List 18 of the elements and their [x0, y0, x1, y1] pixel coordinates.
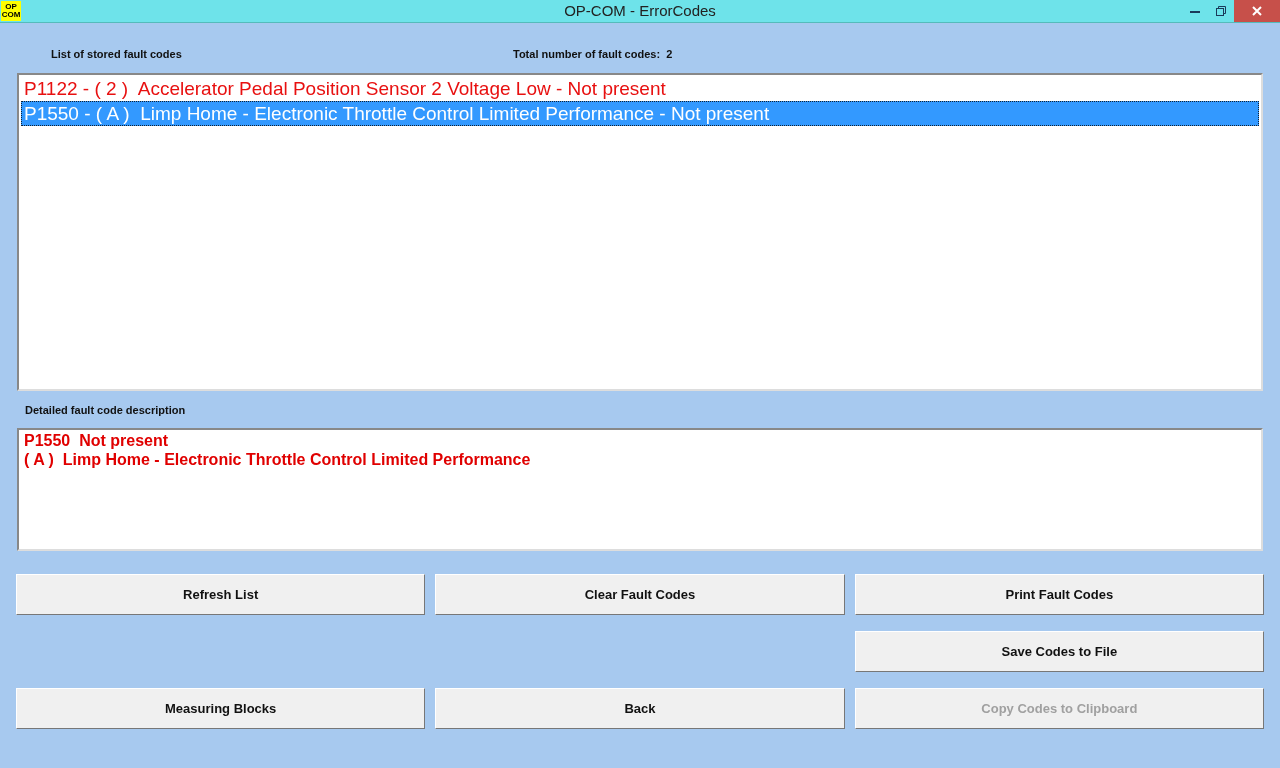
restore-icon [1216, 6, 1226, 16]
fault-code-item[interactable]: P1122 - ( 2 ) Accelerator Pedal Position Sensor 2 Voltage Low - Not present [21, 76, 1259, 101]
action-button[interactable]: Back [435, 688, 845, 729]
action-button[interactable]: Save Codes to File [854, 631, 1264, 672]
description-line: ( A ) Limp Home - Electronic Throttle Control Limited Performance [24, 450, 532, 469]
action-button[interactable]: Clear Fault Codes [435, 574, 845, 615]
fault-count-label: Total number of fault codes: 2 [513, 47, 673, 62]
description-line: P1550 Not present [24, 431, 170, 450]
action-button[interactable]: Measuring Blocks [16, 688, 426, 729]
description-label: Detailed fault code description [25, 403, 186, 418]
action-button[interactable]: Print Fault Codes [854, 574, 1264, 615]
close-button[interactable] [1234, 0, 1280, 22]
list-label: List of stored fault codes [51, 47, 182, 62]
window-title: OP-COM - ErrorCodes [564, 0, 716, 21]
action-button[interactable]: Refresh List [16, 574, 426, 615]
app-icon: OP COM [1, 1, 21, 21]
close-icon [1252, 6, 1262, 16]
minimize-icon [1190, 9, 1200, 13]
